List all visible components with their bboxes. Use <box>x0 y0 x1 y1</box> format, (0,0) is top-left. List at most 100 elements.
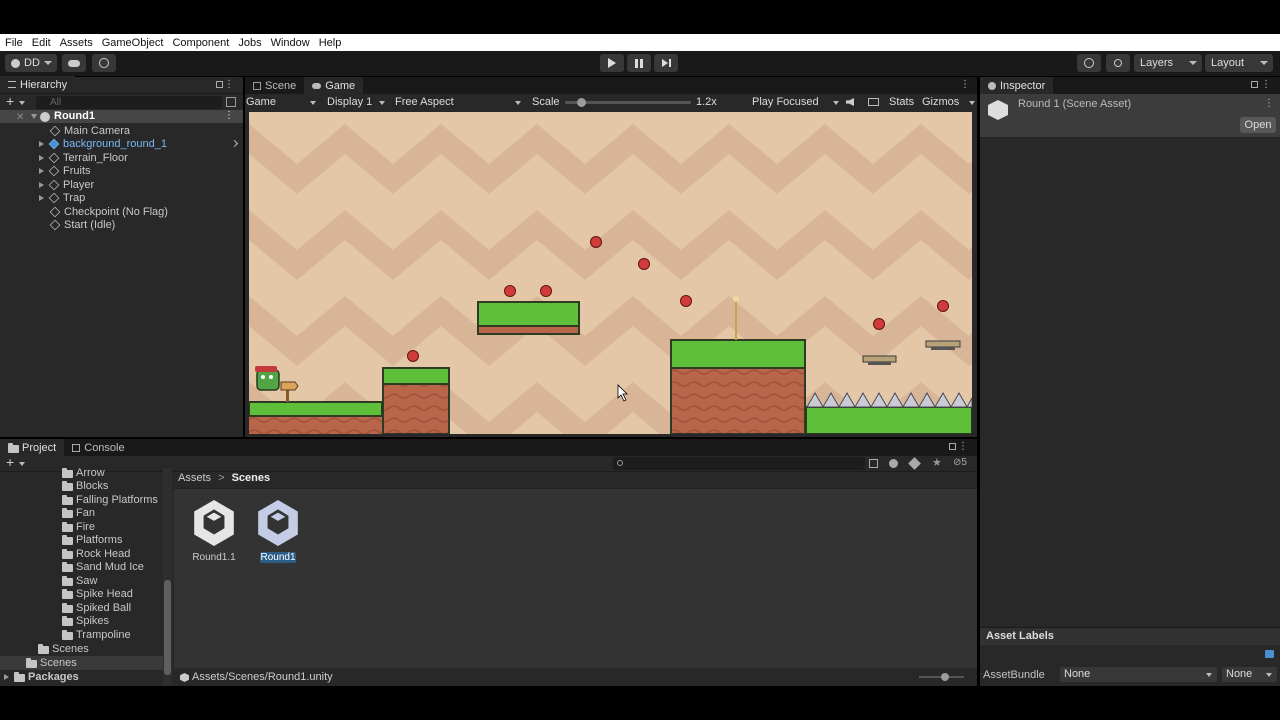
menu-gameobject[interactable]: GameObject <box>102 37 164 49</box>
step-button[interactable] <box>654 54 678 72</box>
project-add-chevron-icon[interactable] <box>19 462 25 466</box>
hierarchy-item[interactable]: Fruits <box>39 165 269 179</box>
hierarchy-item[interactable]: Trap <box>39 192 269 206</box>
menu-help[interactable]: Help <box>319 37 342 49</box>
inspector-lock-icon[interactable] <box>1251 81 1258 88</box>
hierarchy-search-input[interactable]: All <box>36 96 222 109</box>
folder-item[interactable]: Spiked Ball <box>62 601 131 615</box>
search-by-type-icon[interactable] <box>869 459 878 468</box>
lock-icon[interactable] <box>216 81 223 88</box>
tab-scene[interactable]: Scene <box>245 77 304 94</box>
favorite-star-icon[interactable]: ★ <box>932 456 942 469</box>
expand-arrow-icon[interactable] <box>39 195 44 202</box>
folder-item[interactable]: Blocks <box>62 480 108 494</box>
game-viewport[interactable] <box>249 112 972 434</box>
collab-button[interactable] <box>92 54 116 72</box>
scene-row[interactable]: ✕ Round1 ⋮ <box>0 110 243 123</box>
folder-item[interactable]: Platforms <box>62 534 122 548</box>
expand-arrow-icon[interactable] <box>39 181 44 188</box>
tab-game[interactable]: Game <box>304 77 364 94</box>
add-icon[interactable]: + <box>6 93 14 109</box>
menu-window[interactable]: Window <box>271 37 310 49</box>
cloud-button[interactable] <box>62 54 86 72</box>
folder-item[interactable]: Fire <box>62 520 95 534</box>
folder-item[interactable]: Rock Head <box>62 547 130 561</box>
tag-icon[interactable] <box>908 457 921 470</box>
hidden-packages-icon[interactable]: ⊘5 <box>953 457 967 468</box>
folder-item[interactable]: Arrow <box>62 468 105 480</box>
icon-size-slider[interactable] <box>919 673 964 681</box>
folder-item[interactable]: Falling Platforms <box>62 493 158 507</box>
gameobject-cube-icon <box>49 125 61 137</box>
scenes-subfolder[interactable]: Scenes <box>38 642 89 656</box>
open-button[interactable]: Open <box>1240 117 1276 133</box>
packages-folder[interactable]: Packages <box>4 670 79 684</box>
pause-button[interactable] <box>627 54 651 72</box>
hierarchy-item[interactable]: Terrain_Floor <box>39 151 269 165</box>
breadcrumb-scenes[interactable]: Scenes <box>232 472 271 484</box>
hierarchy-item[interactable]: Player <box>39 178 269 192</box>
folder-item[interactable]: Spike Head <box>62 588 133 602</box>
label-tag-icon[interactable] <box>1265 650 1274 658</box>
menu-edit[interactable]: Edit <box>32 37 51 49</box>
folder-item[interactable]: Saw <box>62 574 97 588</box>
folder-icon <box>62 481 73 492</box>
menu-file[interactable]: File <box>5 37 23 49</box>
scale-slider[interactable] <box>565 98 691 107</box>
play-focused-dropdown[interactable]: Play Focused <box>752 94 840 111</box>
project-search-input[interactable] <box>613 457 865 470</box>
background-zigzag <box>249 112 972 434</box>
hidden-count: 5 <box>961 457 967 468</box>
expand-arrow-icon[interactable] <box>39 154 44 161</box>
expand-arrow-icon[interactable] <box>39 141 44 148</box>
scale-slider-handle[interactable] <box>577 98 586 107</box>
scenes-folder[interactable]: Scenes <box>0 656 163 670</box>
gizmos-dropdown[interactable]: Gizmos <box>922 94 976 111</box>
folder-item[interactable]: Sand Mud Ice <box>62 561 144 575</box>
play-button[interactable] <box>600 54 624 72</box>
folder-icon <box>62 589 73 600</box>
folder-tree-scrollbar[interactable] <box>163 468 172 686</box>
scene-more-icon[interactable]: ⋮ <box>224 110 234 121</box>
search-by-label-icon[interactable] <box>889 459 898 468</box>
stats-toggle[interactable]: Stats <box>889 96 914 108</box>
tab-console[interactable]: Console <box>64 439 132 456</box>
project-more-icon[interactable]: ⋮ <box>958 441 968 452</box>
history-button[interactable] <box>1077 54 1101 72</box>
filter-icon[interactable] <box>226 97 236 107</box>
folder-item[interactable]: Trampoline <box>62 628 131 642</box>
icon-size-handle[interactable] <box>941 673 949 681</box>
tab-inspector[interactable]: Inspector <box>980 77 1054 94</box>
aspect-dropdown[interactable]: Free Aspect <box>395 94 523 111</box>
chevron-right-icon[interactable] <box>230 139 239 147</box>
chevron-down-icon[interactable] <box>19 101 25 105</box>
layout-dropdown[interactable]: Layout <box>1205 54 1273 72</box>
folder-item[interactable]: Fan <box>62 507 95 521</box>
hierarchy-item[interactable]: background_round_1 <box>39 138 269 152</box>
menu-assets[interactable]: Assets <box>60 37 93 49</box>
shortcut-icon[interactable] <box>868 98 879 106</box>
folder-item[interactable]: Spikes <box>62 615 109 629</box>
tab-hierarchy[interactable]: Hierarchy <box>0 76 76 93</box>
search-button[interactable] <box>1106 54 1130 72</box>
menu-component[interactable]: Component <box>172 37 229 49</box>
game-mode-dropdown[interactable]: Game <box>246 94 318 111</box>
project-lock-icon[interactable] <box>949 443 956 450</box>
header-more-icon[interactable]: ⋮ <box>1264 98 1274 109</box>
visibility-icon[interactable]: ✕ <box>16 112 24 123</box>
asset-bundle-dropdown[interactable]: None <box>1060 667 1217 682</box>
expand-arrow-icon[interactable] <box>39 168 44 175</box>
scene-asset-round1-1[interactable]: Round1.1 <box>191 499 237 563</box>
account-dropdown[interactable]: DD <box>5 54 57 72</box>
hierarchy-item-label: background_round_1 <box>63 138 167 151</box>
menu-jobs[interactable]: Jobs <box>238 37 261 49</box>
breadcrumb-assets[interactable]: Assets <box>178 472 211 484</box>
layers-dropdown[interactable]: Layers <box>1134 54 1202 72</box>
asset-variant-dropdown[interactable]: None <box>1222 667 1277 682</box>
mute-audio-icon[interactable] <box>846 98 854 106</box>
scene-asset-round1[interactable]: Round1 <box>255 499 301 563</box>
more-icon[interactable]: ⋮ <box>224 79 234 90</box>
inspector-more-icon[interactable]: ⋮ <box>1261 79 1271 90</box>
game-more-icon[interactable]: ⋮ <box>960 79 970 90</box>
display-dropdown[interactable]: Display 1 <box>327 94 387 111</box>
